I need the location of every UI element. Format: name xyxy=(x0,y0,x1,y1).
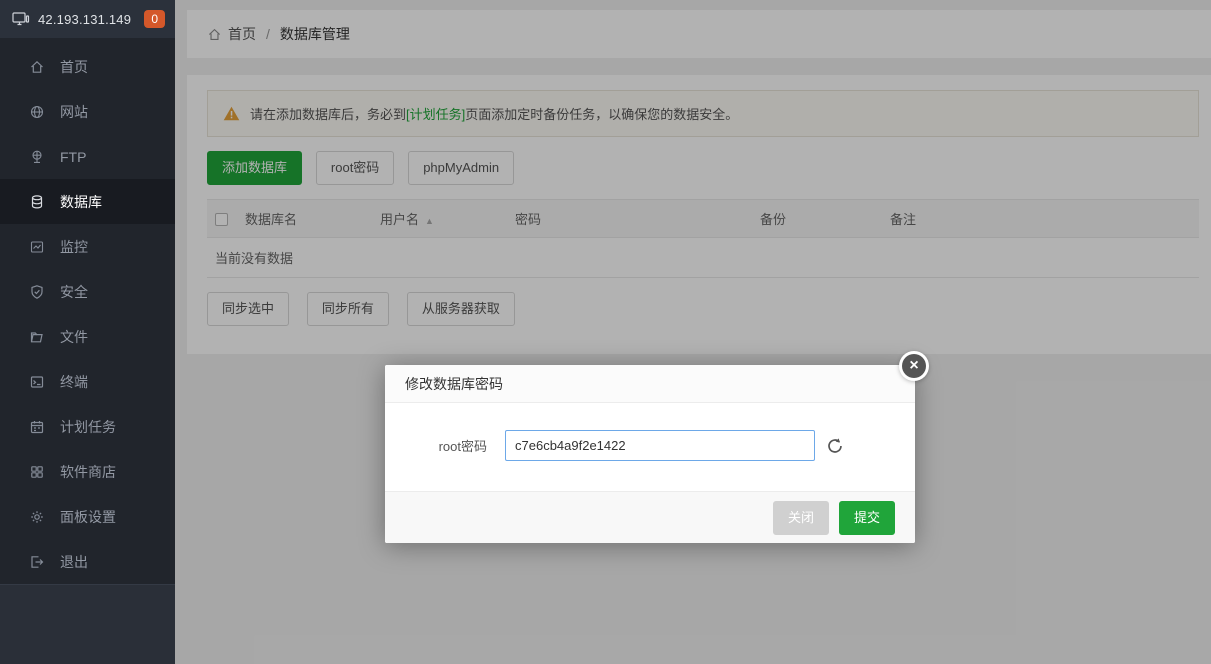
message-count-badge[interactable]: 0 xyxy=(144,10,165,28)
sidebar-item-label: 面板设置 xyxy=(60,507,116,527)
sidebar-item-label: 安全 xyxy=(60,282,88,302)
sidebar-item-files[interactable]: 文件 xyxy=(0,314,175,359)
sidebar-item-settings[interactable]: 面板设置 xyxy=(0,494,175,539)
gear-icon xyxy=(28,508,45,525)
logout-icon xyxy=(28,553,45,570)
bt-panel-app: 42.193.131.149 0 首页 网站 FTP 数据库 监控 xyxy=(0,0,1211,664)
modal-overlay xyxy=(175,0,1211,664)
change-root-password-dialog: 修改数据库密码 root密码 关闭 提交 × xyxy=(385,365,915,543)
sidebar-item-label: FTP xyxy=(60,149,86,165)
sidebar-item-label: 终端 xyxy=(60,372,88,392)
sidebar-item-label: 软件商店 xyxy=(60,462,116,482)
globe-icon xyxy=(28,103,45,120)
database-icon xyxy=(28,193,45,210)
dialog-title: 修改数据库密码 xyxy=(405,374,503,394)
shield-icon xyxy=(28,283,45,300)
close-button[interactable]: 关闭 xyxy=(773,501,829,535)
submit-button[interactable]: 提交 xyxy=(839,501,895,535)
sidebar-item-label: 计划任务 xyxy=(60,417,116,437)
sidebar-item-security[interactable]: 安全 xyxy=(0,269,175,314)
sidebar-item-database[interactable]: 数据库 xyxy=(0,179,175,224)
ftp-icon xyxy=(28,148,45,165)
server-header: 42.193.131.149 0 xyxy=(0,0,175,38)
home-icon xyxy=(28,58,45,75)
grid-icon xyxy=(28,463,45,480)
sidebar-item-monitor[interactable]: 监控 xyxy=(0,224,175,269)
sidebar-item-website[interactable]: 网站 xyxy=(0,89,175,134)
sidebar-item-label: 文件 xyxy=(60,327,88,347)
terminal-icon xyxy=(28,373,45,390)
sidebar-menu: 首页 网站 FTP 数据库 监控 安全 xyxy=(0,38,175,585)
sidebar-item-logout[interactable]: 退出 xyxy=(0,539,175,584)
sidebar: 42.193.131.149 0 首页 网站 FTP 数据库 监控 xyxy=(0,0,175,664)
sidebar-item-label: 数据库 xyxy=(60,192,102,212)
root-password-input[interactable] xyxy=(505,430,815,461)
server-ip: 42.193.131.149 xyxy=(38,12,131,27)
sidebar-item-ftp[interactable]: FTP xyxy=(0,134,175,179)
folder-icon xyxy=(28,328,45,345)
dialog-header: 修改数据库密码 xyxy=(385,365,915,403)
dialog-footer: 关闭 提交 xyxy=(385,491,915,543)
sidebar-item-home[interactable]: 首页 xyxy=(0,44,175,89)
server-monitor-icon xyxy=(12,11,30,27)
sidebar-item-label: 退出 xyxy=(60,552,88,572)
sidebar-item-label: 网站 xyxy=(60,102,88,122)
regenerate-password-icon[interactable] xyxy=(826,437,844,455)
sidebar-item-label: 监控 xyxy=(60,237,88,257)
sidebar-item-cron[interactable]: 计划任务 xyxy=(0,404,175,449)
dialog-body: root密码 xyxy=(385,403,915,491)
close-icon: × xyxy=(902,354,926,378)
dialog-close-circle[interactable]: × xyxy=(899,351,929,381)
monitor-chart-icon xyxy=(28,238,45,255)
sidebar-item-label: 首页 xyxy=(60,57,88,77)
sidebar-item-terminal[interactable]: 终端 xyxy=(0,359,175,404)
calendar-icon xyxy=(28,418,45,435)
root-password-label: root密码 xyxy=(405,436,505,455)
sidebar-item-appstore[interactable]: 软件商店 xyxy=(0,449,175,494)
